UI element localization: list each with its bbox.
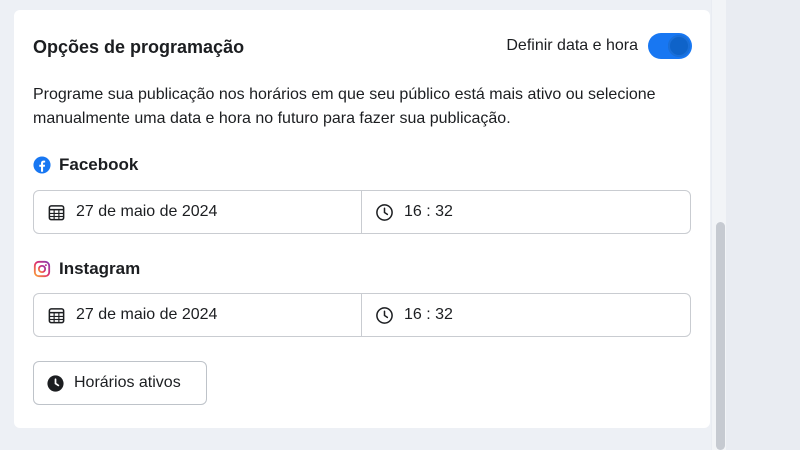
- instagram-heading: Instagram: [33, 259, 140, 279]
- facebook-date-picker[interactable]: 27 de maio de 2024: [34, 191, 362, 233]
- facebook-icon: [33, 156, 51, 174]
- clock-filled-icon: [47, 374, 64, 392]
- active-times-button[interactable]: Horários ativos: [33, 361, 207, 405]
- instagram-date-picker[interactable]: 27 de maio de 2024: [34, 294, 362, 336]
- facebook-label: Facebook: [59, 155, 139, 174]
- calendar-icon: [48, 307, 65, 323]
- set-date-time-toggle[interactable]: [648, 33, 692, 59]
- scheduling-options-panel: Opções de programação Definir data e hor…: [14, 10, 710, 428]
- schedule-description: Programe sua publicação nos horários em …: [33, 86, 656, 127]
- facebook-heading: Facebook: [33, 155, 138, 175]
- instagram-label: Instagram: [59, 259, 141, 278]
- clock-icon: [376, 203, 393, 221]
- toggle-knob: [668, 35, 690, 57]
- clock-icon: [376, 306, 393, 324]
- facebook-date-value: 27 de maio de 2024: [76, 203, 218, 220]
- set-date-time-label: Definir data e hora: [506, 37, 638, 54]
- calendar-icon: [48, 204, 65, 220]
- facebook-datetime-field: 27 de maio de 2024 16 : 32: [33, 190, 691, 234]
- facebook-time-value: 16 : 32: [404, 203, 453, 220]
- section-title: Opções de programação: [33, 37, 245, 57]
- instagram-date-value: 27 de maio de 2024: [76, 306, 218, 323]
- instagram-time-value: 16 : 32: [404, 306, 453, 323]
- scrollbar-thumb[interactable]: [716, 222, 725, 450]
- facebook-time-picker[interactable]: 16 : 32: [362, 191, 690, 233]
- instagram-datetime-field: 27 de maio de 2024 16 : 32: [33, 293, 691, 337]
- active-times-label: Horários ativos: [74, 374, 181, 391]
- instagram-icon: [33, 260, 51, 278]
- instagram-time-picker[interactable]: 16 : 32: [362, 294, 690, 336]
